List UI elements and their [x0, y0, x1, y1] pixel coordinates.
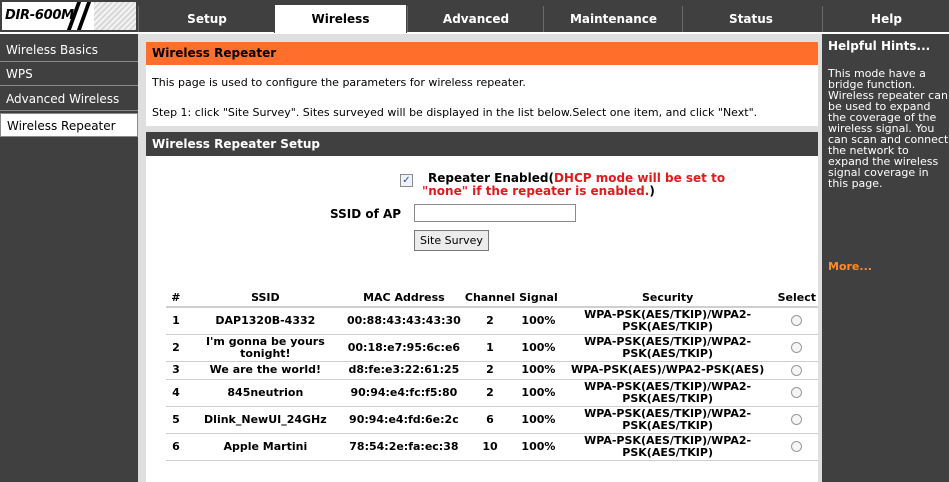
- tab-status[interactable]: Status: [682, 6, 819, 32]
- col-header-channel: Channel: [462, 290, 518, 308]
- site-survey-button[interactable]: Site Survey: [414, 230, 489, 251]
- top-nav-bar: DIR-600M Setup Wireless Advanced Mainten…: [0, 0, 949, 33]
- help-text: This mode have a bridge function. Wirele…: [828, 67, 949, 190]
- help-more-link[interactable]: More...: [828, 260, 872, 273]
- site-survey-table: # SSID MAC Address Channel Signal Securi…: [166, 290, 818, 461]
- select-radio[interactable]: [791, 342, 803, 353]
- logo-pattern: [94, 2, 136, 30]
- setup-panel-title: Wireless Repeater Setup: [146, 132, 818, 156]
- col-header-number: #: [166, 290, 186, 308]
- repeater-enabled-checkbox[interactable]: ✓: [400, 174, 413, 187]
- table-row[interactable]: 3 We are the world! d8:fe:e3:22:61:25 2 …: [166, 361, 818, 380]
- table-row[interactable]: 5 Dlink_NewUI_24GHz 90:94:e4:fd:6e:2c 6 …: [166, 406, 818, 434]
- col-header-security: Security: [559, 290, 776, 308]
- tab-maintenance[interactable]: Maintenance: [543, 6, 683, 32]
- sidebar-item-wireless-basics[interactable]: Wireless Basics: [0, 38, 138, 62]
- select-radio[interactable]: [791, 364, 803, 376]
- main-content: Wireless Repeater This page is used to c…: [138, 34, 822, 482]
- tab-help[interactable]: Help: [822, 6, 949, 32]
- logo: DIR-600M: [2, 2, 136, 30]
- panel-title: Wireless Repeater: [146, 42, 818, 65]
- select-radio[interactable]: [791, 387, 803, 398]
- logo-text: DIR-600M: [5, 8, 74, 23]
- col-header-ssid: SSID: [185, 290, 345, 308]
- select-radio[interactable]: [791, 441, 803, 452]
- select-radio[interactable]: [791, 315, 803, 327]
- table-row[interactable]: 6 Apple Martini 78:54:2e:fa:ec:38 10 100…: [166, 433, 818, 461]
- help-panel: Helpful Hints... This mode have a bridge…: [822, 34, 949, 482]
- sidebar-item-wps[interactable]: WPS: [0, 62, 138, 86]
- table-row[interactable]: 4 845neutrion 90:94:e4:fc:f5:80 2 100% W…: [166, 379, 818, 407]
- sidebar-item-advanced-wireless[interactable]: Advanced Wireless: [0, 87, 138, 111]
- tab-advanced[interactable]: Advanced: [407, 6, 544, 32]
- col-header-signal: Signal: [517, 290, 560, 308]
- col-header-select: Select: [775, 290, 818, 308]
- wireless-repeater-panel: Wireless Repeater This page is used to c…: [146, 42, 818, 126]
- wireless-repeater-setup-panel: Wireless Repeater Setup ✓ Repeater Enabl…: [146, 132, 818, 482]
- ssid-of-ap-input[interactable]: [414, 204, 576, 222]
- table-header-row: # SSID MAC Address Channel Signal Securi…: [166, 290, 818, 308]
- col-header-mac: MAC Address: [344, 290, 463, 308]
- sidebar: Wireless Basics WPS Advanced Wireless Wi…: [0, 34, 138, 482]
- sidebar-item-wireless-repeater[interactable]: Wireless Repeater: [0, 113, 138, 137]
- tab-setup[interactable]: Setup: [138, 6, 275, 32]
- ssid-of-ap-label: SSID of AP: [330, 207, 402, 221]
- page-description: This page is used to configure the param…: [152, 76, 526, 89]
- select-radio[interactable]: [791, 414, 803, 425]
- step-instructions: Step 1: click "Site Survey". Sites surve…: [152, 106, 758, 119]
- repeater-enabled-label: Repeater Enabled(DHCP mode will be set t…: [422, 171, 726, 198]
- help-title: Helpful Hints...: [828, 39, 931, 53]
- table-row[interactable]: 1 DAP1320B-4332 00:88:43:43:43:30 2 100%…: [166, 307, 818, 335]
- tab-wireless[interactable]: Wireless: [274, 4, 407, 33]
- table-row[interactable]: 2 I'm gonna be yours tonight! 00:18:e7:9…: [166, 334, 818, 362]
